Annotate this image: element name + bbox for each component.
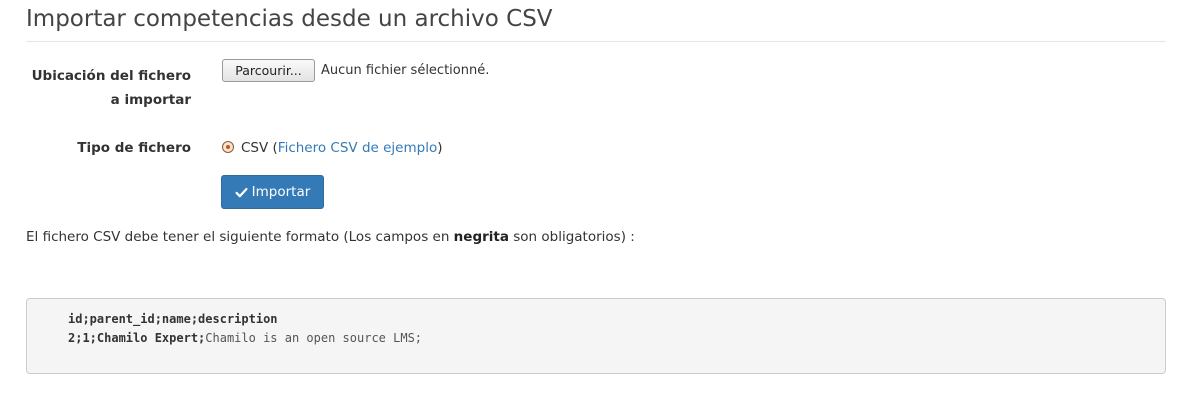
page-title: Importar competencias desde un archivo C… (26, 4, 1166, 42)
help-text-start: El fichero CSV debe tener el siguiente f… (26, 229, 454, 245)
code-optional-fields: Chamilo is an open source LMS; (205, 331, 423, 345)
help-bold-word: negrita (453, 229, 509, 245)
import-button-label: Importar (251, 184, 311, 200)
code-data-line: 2;1;Chamilo Expert;Chamilo is an open so… (68, 329, 1165, 348)
file-location-label: Ubicación del fichero a importar (31, 68, 191, 108)
csv-option-label: CSV (241, 140, 269, 156)
code-required-fields: 2;1;Chamilo Expert; (68, 331, 206, 345)
code-header-line: id;parent_id;name;description (68, 312, 278, 326)
help-text-end: son obligatorios) : (508, 229, 635, 245)
csv-format-help: El fichero CSV debe tener el siguiente f… (26, 226, 635, 248)
csv-option: CSV (Fichero CSV de ejemplo) (241, 136, 442, 160)
sample-csv-link[interactable]: Fichero CSV de ejemplo (278, 140, 437, 156)
browse-file-button[interactable]: Parcourir... (222, 59, 315, 82)
csv-example-code: id;parent_id;name;description 2;1;Chamil… (26, 298, 1166, 374)
radio-selected-dot (226, 145, 230, 149)
csv-radio-button[interactable] (222, 141, 234, 153)
file-type-label: Tipo de fichero (77, 140, 191, 156)
open-paren: ( (268, 140, 278, 156)
check-icon (235, 187, 248, 197)
file-status-text: Aucun fichier sélectionné. (321, 63, 490, 78)
close-paren: ) (437, 140, 443, 156)
import-button[interactable]: Importar (221, 175, 324, 209)
